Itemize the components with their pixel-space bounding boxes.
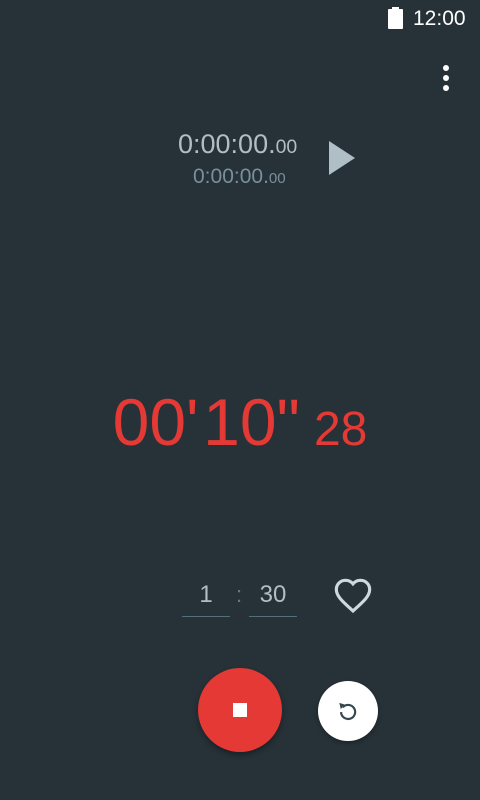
lap-time-primary: 0:00:00.00 xyxy=(178,128,297,163)
play-icon[interactable] xyxy=(322,138,362,178)
stop-icon xyxy=(233,703,247,717)
heart-outline-icon[interactable] xyxy=(333,576,373,616)
interval-seconds-field[interactable]: 30 xyxy=(249,576,297,617)
lap-secondary-main: 0:00:00. xyxy=(193,165,269,188)
lap-primary-main: 0:00:00. xyxy=(178,129,276,159)
lap-primary-centis: 00 xyxy=(275,136,298,158)
status-bar: 12:00 xyxy=(0,0,480,38)
interval-minutes-field[interactable]: 1 xyxy=(182,576,230,617)
battery-full-icon xyxy=(388,7,403,29)
interval-separator: : xyxy=(235,582,243,607)
more-vert-icon-dot xyxy=(443,75,449,81)
timer-minutes: 00' xyxy=(112,385,199,459)
more-options-button[interactable] xyxy=(428,60,464,96)
more-vert-icon-dot xyxy=(443,85,449,91)
reset-button[interactable] xyxy=(318,681,378,741)
reset-icon xyxy=(339,702,357,721)
lap-secondary-centis: 00 xyxy=(268,170,286,187)
main-timer-display: 00' 10" 28 xyxy=(0,380,480,483)
timer-centis: 28 xyxy=(313,403,368,456)
stop-button[interactable] xyxy=(198,668,282,752)
timer-seconds: 10" xyxy=(203,385,300,459)
more-vert-icon xyxy=(443,65,449,71)
lap-time-secondary: 0:00:00.00 xyxy=(193,164,286,192)
stopwatch-screen: 12:00 0:00:00.00 0:00:00.00 00' 10" 28 1 … xyxy=(0,0,480,800)
status-time: 12:00 xyxy=(413,7,466,30)
